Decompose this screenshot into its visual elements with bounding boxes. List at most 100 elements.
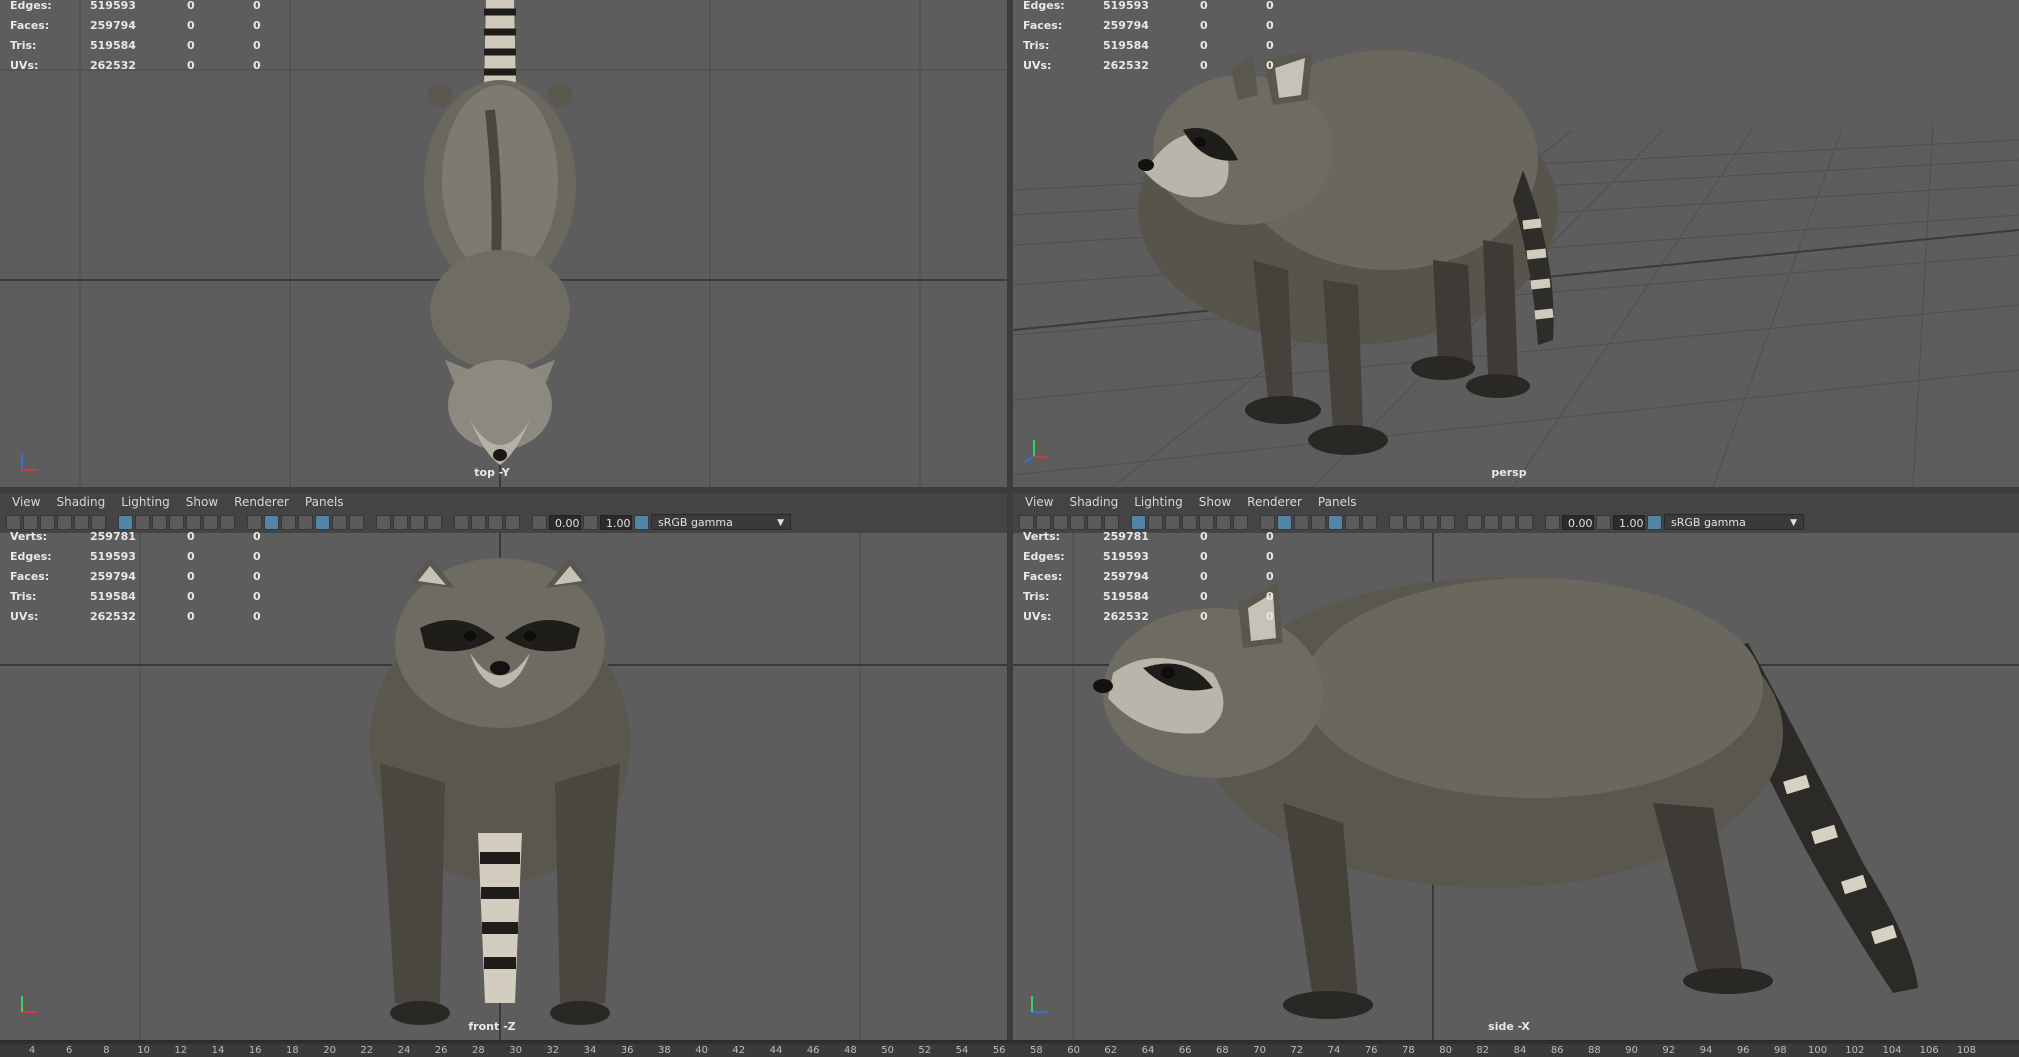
menu-renderer[interactable]: Renderer — [1239, 493, 1310, 511]
hud-row: Tris: 519584 0 0 — [10, 36, 273, 56]
default-material-icon[interactable] — [281, 514, 296, 530]
depth-of-field-icon[interactable] — [427, 514, 442, 530]
menu-view[interactable]: View — [1017, 493, 1061, 511]
hud-selected: 0 — [1200, 550, 1208, 563]
timeline-tick: 46 — [806, 1045, 820, 1056]
motion-blur-icon[interactable] — [1406, 514, 1421, 530]
exposure-field[interactable]: 0.00 — [549, 514, 581, 530]
gamma-icon[interactable] — [583, 514, 598, 530]
hud-value: 262532 — [1103, 610, 1149, 623]
xray-icon[interactable] — [1484, 514, 1499, 530]
color-management-icon[interactable] — [634, 514, 649, 530]
menu-show[interactable]: Show — [1191, 493, 1239, 511]
hud-selected: 0 — [1200, 570, 1208, 583]
timeline-tick: 54 — [955, 1045, 969, 1056]
hud-extra: 0 — [1266, 610, 1274, 623]
depth-of-field-icon[interactable] — [1440, 514, 1455, 530]
isolate-select-icon[interactable] — [1467, 514, 1482, 530]
gamma-field[interactable]: 1.00 — [600, 514, 632, 530]
menu-lighting[interactable]: Lighting — [1126, 493, 1191, 511]
hud-value: 262532 — [90, 59, 136, 72]
anti-aliasing-icon[interactable] — [410, 514, 425, 530]
xray-icon[interactable] — [471, 514, 486, 530]
hud-label: Tris: — [10, 590, 37, 603]
anti-aliasing-icon[interactable] — [1423, 514, 1438, 530]
color-space-select[interactable]: sRGB gamma ▼ — [651, 514, 791, 530]
wireframe-on-shaded-icon[interactable] — [1311, 514, 1326, 530]
exposure-icon[interactable] — [1545, 514, 1560, 530]
menu-panels[interactable]: Panels — [297, 493, 352, 511]
default-material-icon[interactable] — [1294, 514, 1309, 530]
menu-show[interactable]: Show — [178, 493, 226, 511]
raccoon-model-side[interactable] — [1093, 578, 1918, 1019]
xray-components-icon[interactable] — [1518, 514, 1533, 530]
xray-joints-icon[interactable] — [488, 514, 503, 530]
textured-icon[interactable] — [1328, 514, 1343, 530]
hud-value: 259794 — [1103, 19, 1149, 32]
wireframe-on-shaded-icon[interactable] — [298, 514, 313, 530]
hud-row: Faces: 259794 0 0 — [10, 567, 273, 587]
camera-label-persp: persp — [1491, 466, 1527, 479]
time-slider-track — [0, 1041, 2019, 1044]
menu-view[interactable]: View — [4, 493, 48, 511]
menu-shading[interactable]: Shading — [1061, 493, 1126, 511]
timeline-tick: 102 — [1845, 1045, 1865, 1056]
timeline-tick: 82 — [1476, 1045, 1490, 1056]
timeline-tick: 60 — [1067, 1045, 1080, 1056]
timeline-tick: 6 — [66, 1045, 73, 1056]
viewport-front[interactable]: View Shading Lighting Show Renderer Pane… — [0, 493, 1007, 1040]
viewport-side[interactable]: View Shading Lighting Show Renderer Pane… — [1013, 493, 2019, 1040]
viewport-persp[interactable]: Edges: 519593 0 0 Faces: 259794 0 0 Tris: 51958… — [1013, 0, 2019, 487]
color-space-select[interactable]: sRGB gamma ▼ — [1664, 514, 1804, 530]
xray-joints-icon[interactable] — [1501, 514, 1516, 530]
exposure-field[interactable]: 0.00 — [1562, 514, 1594, 530]
timeline-tick: 18 — [286, 1045, 299, 1056]
timeline-tick: 106 — [1919, 1045, 1939, 1056]
hud-label: Verts: — [1023, 530, 1061, 543]
xray-components-icon[interactable] — [505, 514, 520, 530]
menu-panels[interactable]: Panels — [1310, 493, 1365, 511]
shadows-icon[interactable] — [349, 514, 364, 530]
pane-divider-horizontal[interactable] — [0, 487, 2019, 493]
time-slider[interactable]: 4 6 8 10 12 14 16 18 20 22 24 26 28 30 32 34 36 38 40 42 44 4… — [0, 1040, 2019, 1057]
viewport-top[interactable]: Edges: 519593 0 0 Faces: 259794 0 0 Tris: 51958… — [0, 0, 1007, 487]
hud-label: Tris: — [10, 39, 37, 52]
timeline-tick: 104 — [1882, 1045, 1902, 1056]
timeline-tick: 10 — [137, 1045, 150, 1056]
motion-blur-icon[interactable] — [393, 514, 408, 530]
lights-icon[interactable] — [332, 514, 347, 530]
gamma-icon[interactable] — [1596, 514, 1611, 530]
timeline-tick: 94 — [1699, 1045, 1713, 1056]
shadows-icon[interactable] — [1362, 514, 1377, 530]
ambient-occlusion-icon[interactable] — [376, 514, 391, 530]
menu-lighting[interactable]: Lighting — [113, 493, 178, 511]
raccoon-model-front[interactable] — [370, 558, 630, 1025]
exposure-icon[interactable] — [532, 514, 547, 530]
hud-label: Faces: — [10, 570, 50, 583]
gamma-field[interactable]: 1.00 — [1613, 514, 1645, 530]
menu-shading[interactable]: Shading — [48, 493, 113, 511]
hud-row: UVs: 262532 0 0 — [1023, 607, 1286, 627]
hud-label: Faces: — [1023, 19, 1063, 32]
hud-label: Edges: — [10, 550, 52, 563]
hud-value: 259794 — [1103, 570, 1149, 583]
ambient-occlusion-icon[interactable] — [1389, 514, 1404, 530]
textured-icon[interactable] — [315, 514, 330, 530]
color-management-icon[interactable] — [1647, 514, 1662, 530]
isolate-select-icon[interactable] — [454, 514, 469, 530]
timeline-tick: 38 — [658, 1045, 671, 1056]
hud-row: Verts: 259781 0 0 — [10, 527, 273, 547]
hud-value: 262532 — [1103, 59, 1149, 72]
hud-extra: 0 — [253, 59, 261, 72]
hud-extra: 0 — [253, 570, 261, 583]
hud-selected: 0 — [187, 530, 195, 543]
raccoon-model-persp[interactable] — [1138, 50, 1558, 455]
hud-label: Tris: — [1023, 39, 1050, 52]
hud-selected: 0 — [1200, 530, 1208, 543]
pane-divider-vertical[interactable] — [1007, 0, 1013, 1040]
timeline-tick: 90 — [1625, 1045, 1638, 1056]
camera-label-front: front -Z — [468, 1020, 516, 1033]
timeline-tick: 22 — [360, 1045, 374, 1056]
menu-renderer[interactable]: Renderer — [226, 493, 297, 511]
lights-icon[interactable] — [1345, 514, 1360, 530]
